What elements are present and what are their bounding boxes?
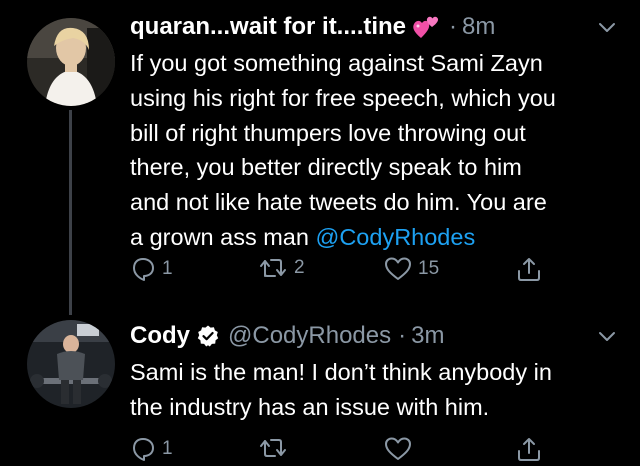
reply-count: 1 <box>162 438 173 459</box>
tweet-quaran[interactable]: quaran...wait for it....tine · 8m If you… <box>0 0 640 315</box>
tweet-text: Sami is the man! I don’t think anybody i… <box>130 355 616 425</box>
like-button[interactable]: 15 <box>384 256 439 282</box>
chevron-down-icon[interactable] <box>598 20 616 34</box>
display-name[interactable]: quaran...wait for it....tine <box>130 13 406 41</box>
text-line: using his right for free speech, which y… <box>130 84 556 111</box>
handle[interactable]: @CodyRhodes <box>228 322 391 350</box>
heart-icon <box>385 257 411 280</box>
timestamp[interactable]: 3m <box>411 322 444 350</box>
share-icon <box>518 438 540 461</box>
two-hearts-icon <box>412 14 442 40</box>
retweet-icon <box>260 259 286 277</box>
heart-icon <box>385 437 411 460</box>
reply-icon <box>133 438 154 461</box>
text-line: a grown ass man @CodyRhodes <box>130 220 616 255</box>
tweet-text: If you got something against Sami Zayn u… <box>130 46 616 255</box>
text-line: there, you better directly speak to him <box>130 154 522 181</box>
mention-link[interactable]: @CodyRhodes <box>315 224 475 250</box>
reply-icon <box>133 258 154 281</box>
text-line: the industry has an issue with him. <box>130 393 490 420</box>
reply-count: 1 <box>162 258 173 279</box>
tweet-header: quaran...wait for it....tine · 8m <box>130 8 616 46</box>
retweet-button[interactable] <box>258 436 288 460</box>
reply-button[interactable]: 1 <box>130 436 173 462</box>
timestamp[interactable]: 8m <box>462 13 495 41</box>
share-icon <box>518 258 540 281</box>
share-button[interactable] <box>516 256 542 282</box>
text-line: Sami is the man! I don’t think anybody i… <box>130 359 552 385</box>
avatar-cody[interactable] <box>27 320 115 408</box>
tweet-content: quaran...wait for it....tine · 8m If you… <box>130 8 616 281</box>
display-name[interactable]: Cody <box>130 322 190 350</box>
text-line: bill of right thumpers love throwing out <box>130 119 526 146</box>
separator-dot: · <box>449 13 458 40</box>
verified-badge-icon <box>196 324 220 348</box>
like-count: 15 <box>418 258 440 279</box>
text-fragment: a grown ass man <box>130 223 316 250</box>
chevron-down-icon[interactable] <box>598 329 616 343</box>
tweet-header: Cody @CodyRhodes · 3m <box>130 317 616 355</box>
like-button[interactable] <box>384 436 412 462</box>
avatar-quaran[interactable] <box>27 18 115 106</box>
tweet-cody[interactable]: Cody @CodyRhodes · 3m Sami is the man! I… <box>0 315 640 466</box>
reply-button[interactable]: 1 <box>130 256 173 282</box>
retweet-icon <box>260 439 286 457</box>
thread-line <box>69 110 72 315</box>
retweet-count: 2 <box>294 257 305 278</box>
text-line: and not like hate tweets do him. You are <box>130 189 547 216</box>
retweet-button[interactable]: 2 <box>258 256 305 280</box>
text-line: If you got something against Sami Zayn <box>130 50 543 76</box>
separator-dot: · <box>398 322 407 349</box>
share-button[interactable] <box>516 436 542 462</box>
tweet-content: Cody @CodyRhodes · 3m Sami is the man! I… <box>130 317 616 461</box>
